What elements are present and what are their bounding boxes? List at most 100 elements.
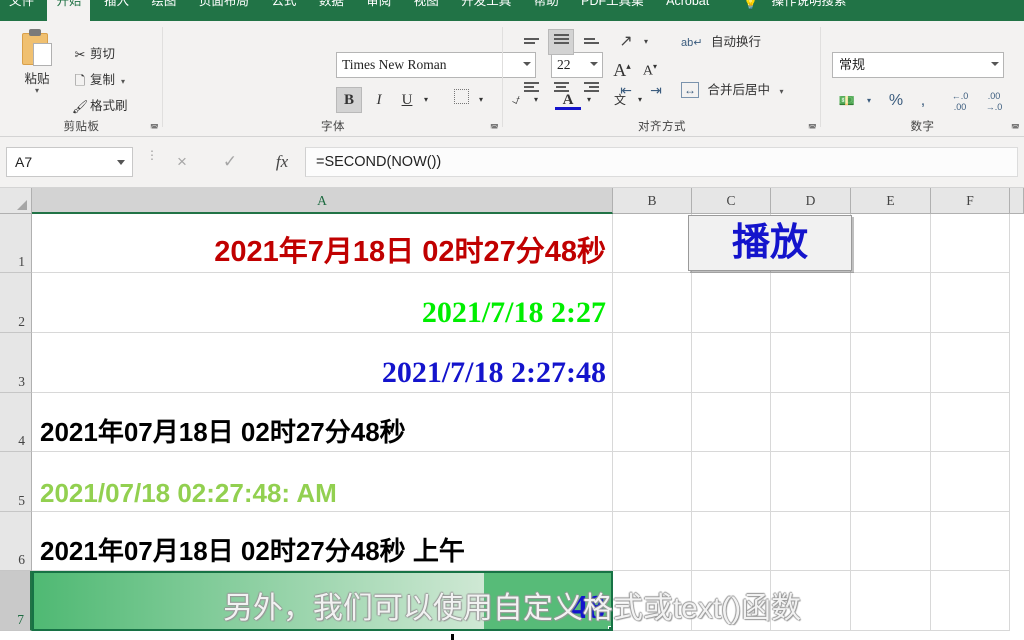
cell-d6[interactable]	[771, 512, 851, 571]
cell-a7-active[interactable]: 48	[32, 571, 613, 631]
decrease-decimal-button[interactable]: .00 →.0	[979, 89, 1009, 113]
cell-c3[interactable]	[692, 333, 771, 393]
cell-b2[interactable]	[613, 273, 692, 333]
align-bottom-button[interactable]	[578, 29, 604, 55]
comma-format-button[interactable]: ,	[913, 89, 933, 113]
underline-button[interactable]: U	[394, 87, 420, 113]
cell-e3[interactable]	[851, 333, 931, 393]
cell-f6[interactable]	[931, 512, 1010, 571]
cell-c4[interactable]	[692, 393, 771, 452]
column-header-c[interactable]: C	[692, 188, 771, 214]
row-header-6[interactable]: 6	[0, 512, 32, 571]
accounting-dropdown[interactable]: ▾	[862, 89, 876, 113]
cell-d5[interactable]	[771, 452, 851, 512]
wrap-text-button[interactable]: ab↵ 自动换行	[681, 30, 761, 54]
tab-help[interactable]: 帮助	[525, 0, 568, 15]
cell-d4[interactable]	[771, 393, 851, 452]
italic-button[interactable]: I	[366, 87, 392, 113]
cell-b3[interactable]	[613, 333, 692, 393]
tab-home[interactable]: 开始	[47, 0, 91, 21]
play-button[interactable]: 播放	[688, 215, 852, 271]
align-left-button[interactable]	[518, 77, 544, 103]
tab-review[interactable]: 审阅	[357, 0, 400, 15]
cell-b6[interactable]	[613, 512, 692, 571]
cell-f7[interactable]	[931, 571, 1010, 631]
cell-b4[interactable]	[613, 393, 692, 452]
tab-draw[interactable]: 绘图	[142, 0, 185, 15]
column-header-b[interactable]: B	[613, 188, 692, 214]
cell-d3[interactable]	[771, 333, 851, 393]
clipboard-dialog-launcher[interactable]: ◚	[150, 123, 160, 133]
percent-format-button[interactable]: %	[883, 89, 909, 113]
row-header-5[interactable]: 5	[0, 452, 32, 512]
row-header-7[interactable]: 7	[0, 571, 32, 631]
font-dialog-launcher[interactable]: ◚	[490, 123, 500, 133]
cell-f2[interactable]	[931, 273, 1010, 333]
cell-f1[interactable]	[931, 214, 1010, 273]
tab-file[interactable]: 文件	[0, 0, 43, 15]
tab-pdf-tools[interactable]: PDF工具集	[572, 0, 653, 15]
decrease-indent-button[interactable]: ⇤	[613, 77, 639, 103]
cell-a2[interactable]: 2021/7/18 2:27	[32, 273, 613, 333]
number-dialog-launcher[interactable]: ◚	[1011, 123, 1021, 133]
cell-e1[interactable]	[851, 214, 931, 273]
formula-input[interactable]: =SECOND(NOW())	[305, 147, 1018, 177]
align-right-button[interactable]	[578, 77, 604, 103]
tab-acrobat[interactable]: Acrobat	[657, 0, 718, 15]
align-top-button[interactable]	[518, 29, 544, 55]
row-header-2[interactable]: 2	[0, 273, 32, 333]
confirm-formula-button[interactable]: ✓	[214, 147, 246, 177]
align-center-button[interactable]	[548, 77, 574, 103]
borders-dropdown[interactable]: ▾	[474, 87, 488, 113]
merge-center-button[interactable]: ↔ 合并后居中 ▾	[681, 78, 784, 102]
cell-a5[interactable]: 2021/07/18 02:27:48: AM	[32, 452, 613, 512]
cell-a3[interactable]: 2021/7/18 2:27:48	[32, 333, 613, 393]
cell-c5[interactable]	[692, 452, 771, 512]
tab-formulas[interactable]: 公式	[262, 0, 305, 15]
chevron-down-icon[interactable]: ▾	[121, 78, 125, 86]
cell-f5[interactable]	[931, 452, 1010, 512]
cell-e7[interactable]	[851, 571, 931, 631]
formula-bar-grip[interactable]: ⋮	[146, 149, 158, 161]
chevron-down-icon[interactable]	[991, 62, 999, 66]
cell-e2[interactable]	[851, 273, 931, 333]
accounting-format-button[interactable]: 💵	[834, 89, 860, 113]
chevron-down-icon[interactable]: ▾	[779, 88, 783, 96]
tab-insert[interactable]: 插入	[95, 0, 138, 15]
cut-button[interactable]: ✂ 剪切	[70, 43, 115, 65]
increase-decimal-button[interactable]: ←.0.00	[945, 89, 975, 113]
column-header-d[interactable]: D	[771, 188, 851, 214]
select-all-button[interactable]	[0, 188, 32, 214]
cell-e4[interactable]	[851, 393, 931, 452]
borders-button[interactable]	[448, 87, 474, 113]
tab-data[interactable]: 数据	[310, 0, 353, 15]
underline-dropdown[interactable]: ▾	[419, 87, 433, 113]
row-header-1[interactable]: 1	[0, 214, 32, 273]
align-middle-button[interactable]	[548, 29, 574, 55]
number-format-select[interactable]: 常规	[832, 52, 1004, 78]
copy-button[interactable]: 🗋 复制 ▾	[70, 69, 125, 91]
cell-f4[interactable]	[931, 393, 1010, 452]
column-header-g[interactable]	[1010, 188, 1024, 214]
column-header-e[interactable]: E	[851, 188, 931, 214]
orientation-button[interactable]: ↗	[613, 29, 639, 55]
column-header-f[interactable]: F	[931, 188, 1010, 214]
cell-d7[interactable]	[771, 571, 851, 631]
chevron-down-icon[interactable]	[117, 160, 125, 165]
cell-c7[interactable]	[692, 571, 771, 631]
insert-function-button[interactable]: fx	[266, 147, 298, 177]
cell-e6[interactable]	[851, 512, 931, 571]
cell-f3[interactable]	[931, 333, 1010, 393]
cell-a4[interactable]: 2021年07月18日 02时27分48秒	[32, 393, 613, 452]
cell-c6[interactable]	[692, 512, 771, 571]
row-header-3[interactable]: 3	[0, 333, 32, 393]
format-painter-button[interactable]: 🖌 格式刷	[70, 95, 128, 117]
bold-button[interactable]: B	[336, 87, 362, 113]
cell-e5[interactable]	[851, 452, 931, 512]
column-header-a[interactable]: A	[32, 188, 613, 214]
cell-b5[interactable]	[613, 452, 692, 512]
cancel-formula-button[interactable]: ×	[166, 147, 198, 177]
fill-handle[interactable]	[608, 626, 611, 629]
alignment-dialog-launcher[interactable]: ◚	[808, 123, 818, 133]
cell-a6[interactable]: 2021年07月18日 02时27分48秒 上午	[32, 512, 613, 571]
